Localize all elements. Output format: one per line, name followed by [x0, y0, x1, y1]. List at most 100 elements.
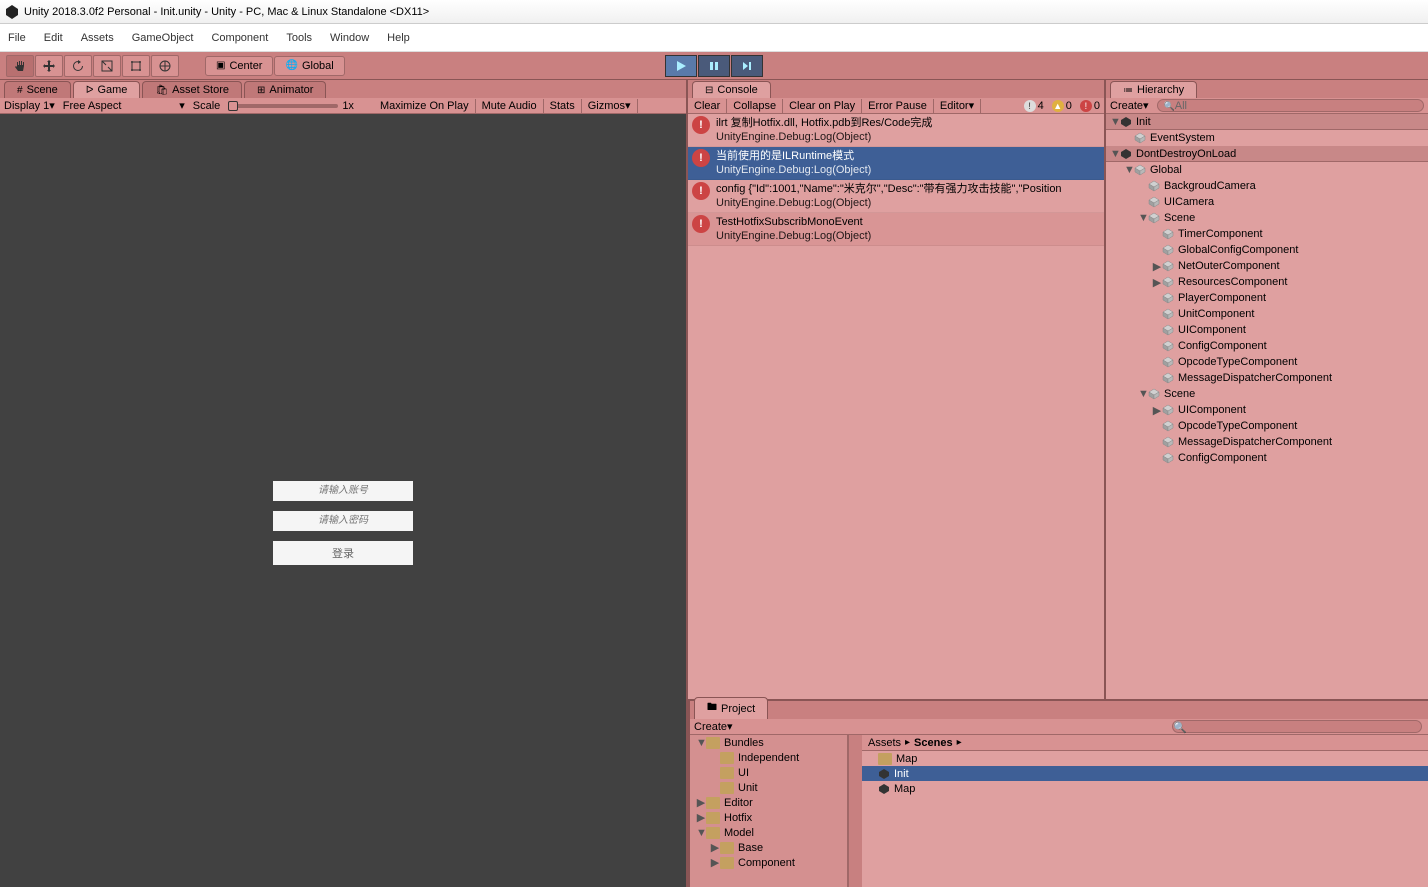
project-breadcrumb[interactable]: Assets ▸ Scenes ▸ [862, 735, 1428, 751]
tab-animator[interactable]: ⊞ Animator [244, 81, 326, 98]
maximize-on-play[interactable]: Maximize On Play [374, 99, 476, 113]
hierarchy-item[interactable]: UIComponent [1106, 322, 1428, 338]
hierarchy-create[interactable]: Create ▾ [1106, 99, 1153, 113]
menu-file[interactable]: File [8, 32, 26, 44]
local-global-toggle[interactable]: 🌐 Global [274, 56, 344, 76]
tab-project[interactable]: 🖿 Project [694, 697, 768, 719]
folder-icon [720, 767, 734, 779]
console-log-list[interactable]: !ilrt 复制Hotfix.dll, Hotfix.pdb到Res/Code完… [688, 114, 1104, 715]
tab-scene[interactable]: # Scene [4, 81, 71, 98]
hierarchy-item[interactable]: ConfigComponent [1106, 338, 1428, 354]
project-panel: 🖿 Project Create ▾ 🔍 ▼BundlesIndependent… [688, 699, 1428, 887]
info-icon: ! [692, 149, 710, 167]
login-button[interactable]: 登录 [273, 541, 413, 565]
mute-audio[interactable]: Mute Audio [476, 99, 544, 113]
project-folder[interactable]: UI [690, 765, 847, 780]
project-asset-item[interactable]: Init [862, 766, 1428, 781]
project-folder[interactable]: ▶Hotfix [690, 810, 847, 825]
project-tree-divider[interactable] [848, 735, 862, 887]
scale-slider[interactable] [228, 104, 338, 108]
tab-hierarchy[interactable]: ≔ Hierarchy [1110, 81, 1197, 98]
rotate-tool[interactable] [64, 55, 92, 77]
menubar: File Edit Assets GameObject Component To… [0, 24, 1428, 52]
error-count[interactable]: !0 [1076, 100, 1104, 112]
menu-tools[interactable]: Tools [286, 32, 312, 44]
hierarchy-item[interactable]: UICamera [1106, 194, 1428, 210]
console-log-row[interactable]: !TestHotfixSubscribMonoEventUnityEngine.… [688, 213, 1104, 246]
hierarchy-item[interactable]: MessageDispatcherComponent [1106, 434, 1428, 450]
hierarchy-search[interactable]: 🔍All [1157, 99, 1424, 112]
project-folder-tree[interactable]: ▼BundlesIndependentUIUnit▶Editor▶Hotfix▼… [690, 735, 848, 887]
console-clear-on-play[interactable]: Clear on Play [783, 99, 862, 113]
stats[interactable]: Stats [544, 99, 582, 113]
project-asset-item[interactable]: Map [862, 781, 1428, 796]
menu-help[interactable]: Help [387, 32, 410, 44]
console-collapse[interactable]: Collapse [727, 99, 783, 113]
hierarchy-item[interactable]: OpcodeTypeComponent [1106, 418, 1428, 434]
hierarchy-item[interactable]: ▼Scene [1106, 210, 1428, 226]
folder-icon [720, 857, 734, 869]
project-folder[interactable]: Independent [690, 750, 847, 765]
console-log-row[interactable]: !config {"Id":1001,"Name":"米克尔","Desc":"… [688, 180, 1104, 213]
hierarchy-item[interactable]: EventSystem [1106, 130, 1428, 146]
move-tool[interactable] [35, 55, 63, 77]
hierarchy-item[interactable]: MessageDispatcherComponent [1106, 370, 1428, 386]
menu-assets[interactable]: Assets [81, 32, 114, 44]
hierarchy-scene-row[interactable]: ▼Init [1106, 114, 1428, 130]
project-folder[interactable]: ▶Base [690, 840, 847, 855]
info-count[interactable]: !4 [1020, 100, 1048, 112]
project-folder[interactable]: ▼Bundles [690, 735, 847, 750]
hierarchy-item[interactable]: BackgroudCamera [1106, 178, 1428, 194]
console-editor-dropdown[interactable]: Editor ▾ [934, 99, 981, 113]
play-button[interactable] [665, 55, 697, 77]
hand-tool[interactable] [6, 55, 34, 77]
tab-game[interactable]: ᐅ Game [73, 81, 141, 98]
hierarchy-item[interactable]: ▼Global [1106, 162, 1428, 178]
hierarchy-item[interactable]: PlayerComponent [1106, 290, 1428, 306]
pause-button[interactable] [698, 55, 730, 77]
pivot-center-toggle[interactable]: ▣ Center [205, 56, 273, 76]
tab-asset-store[interactable]: 🛍 Asset Store [142, 81, 242, 98]
hierarchy-scene-row[interactable]: ▼DontDestroyOnLoad [1106, 146, 1428, 162]
rect-tool[interactable] [122, 55, 150, 77]
hierarchy-item[interactable]: ▶UIComponent [1106, 402, 1428, 418]
project-folder[interactable]: ▶Editor [690, 795, 847, 810]
project-assets-list[interactable]: MapInitMap [862, 751, 1428, 887]
aspect-dropdown[interactable]: Free Aspect ▾ [59, 99, 189, 113]
transform-tool[interactable] [151, 55, 179, 77]
hierarchy-item[interactable]: TimerComponent [1106, 226, 1428, 242]
username-input[interactable] [273, 481, 413, 501]
menu-window[interactable]: Window [330, 32, 369, 44]
hierarchy-item[interactable]: ▼Scene [1106, 386, 1428, 402]
gizmos-dropdown[interactable]: Gizmos ▾ [582, 99, 638, 113]
hierarchy-item[interactable]: GlobalConfigComponent [1106, 242, 1428, 258]
menu-component[interactable]: Component [211, 32, 268, 44]
window-title: Unity 2018.3.0f2 Personal - Init.unity -… [24, 6, 429, 18]
menu-gameobject[interactable]: GameObject [132, 32, 194, 44]
menu-edit[interactable]: Edit [44, 32, 63, 44]
project-search[interactable]: 🔍 [1172, 720, 1422, 733]
folder-icon [878, 753, 892, 765]
project-folder[interactable]: ▼Model [690, 825, 847, 840]
hierarchy-item[interactable]: ConfigComponent [1106, 450, 1428, 466]
hierarchy-item[interactable]: UnitComponent [1106, 306, 1428, 322]
game-view[interactable]: 登录 [0, 114, 686, 887]
console-clear[interactable]: Clear [688, 99, 727, 113]
tab-console[interactable]: ⊟ Console [692, 81, 771, 98]
project-folder[interactable]: Unit [690, 780, 847, 795]
console-log-row[interactable]: !当前使用的是ILRuntime模式UnityEngine.Debug:Log(… [688, 147, 1104, 180]
hierarchy-item[interactable]: OpcodeTypeComponent [1106, 354, 1428, 370]
project-folder[interactable]: ▶Component [690, 855, 847, 870]
project-create[interactable]: Create ▾ [690, 720, 737, 734]
hierarchy-item[interactable]: ▶NetOuterComponent [1106, 258, 1428, 274]
console-log-row[interactable]: !ilrt 复制Hotfix.dll, Hotfix.pdb到Res/Code完… [688, 114, 1104, 147]
folder-icon [720, 752, 734, 764]
hierarchy-item[interactable]: ▶ResourcesComponent [1106, 274, 1428, 290]
password-input[interactable] [273, 511, 413, 531]
scale-tool[interactable] [93, 55, 121, 77]
step-button[interactable] [731, 55, 763, 77]
project-asset-item[interactable]: Map [862, 751, 1428, 766]
display-dropdown[interactable]: Display 1 ▾ [0, 99, 59, 113]
console-error-pause[interactable]: Error Pause [862, 99, 934, 113]
warn-count[interactable]: ▲0 [1048, 100, 1076, 112]
